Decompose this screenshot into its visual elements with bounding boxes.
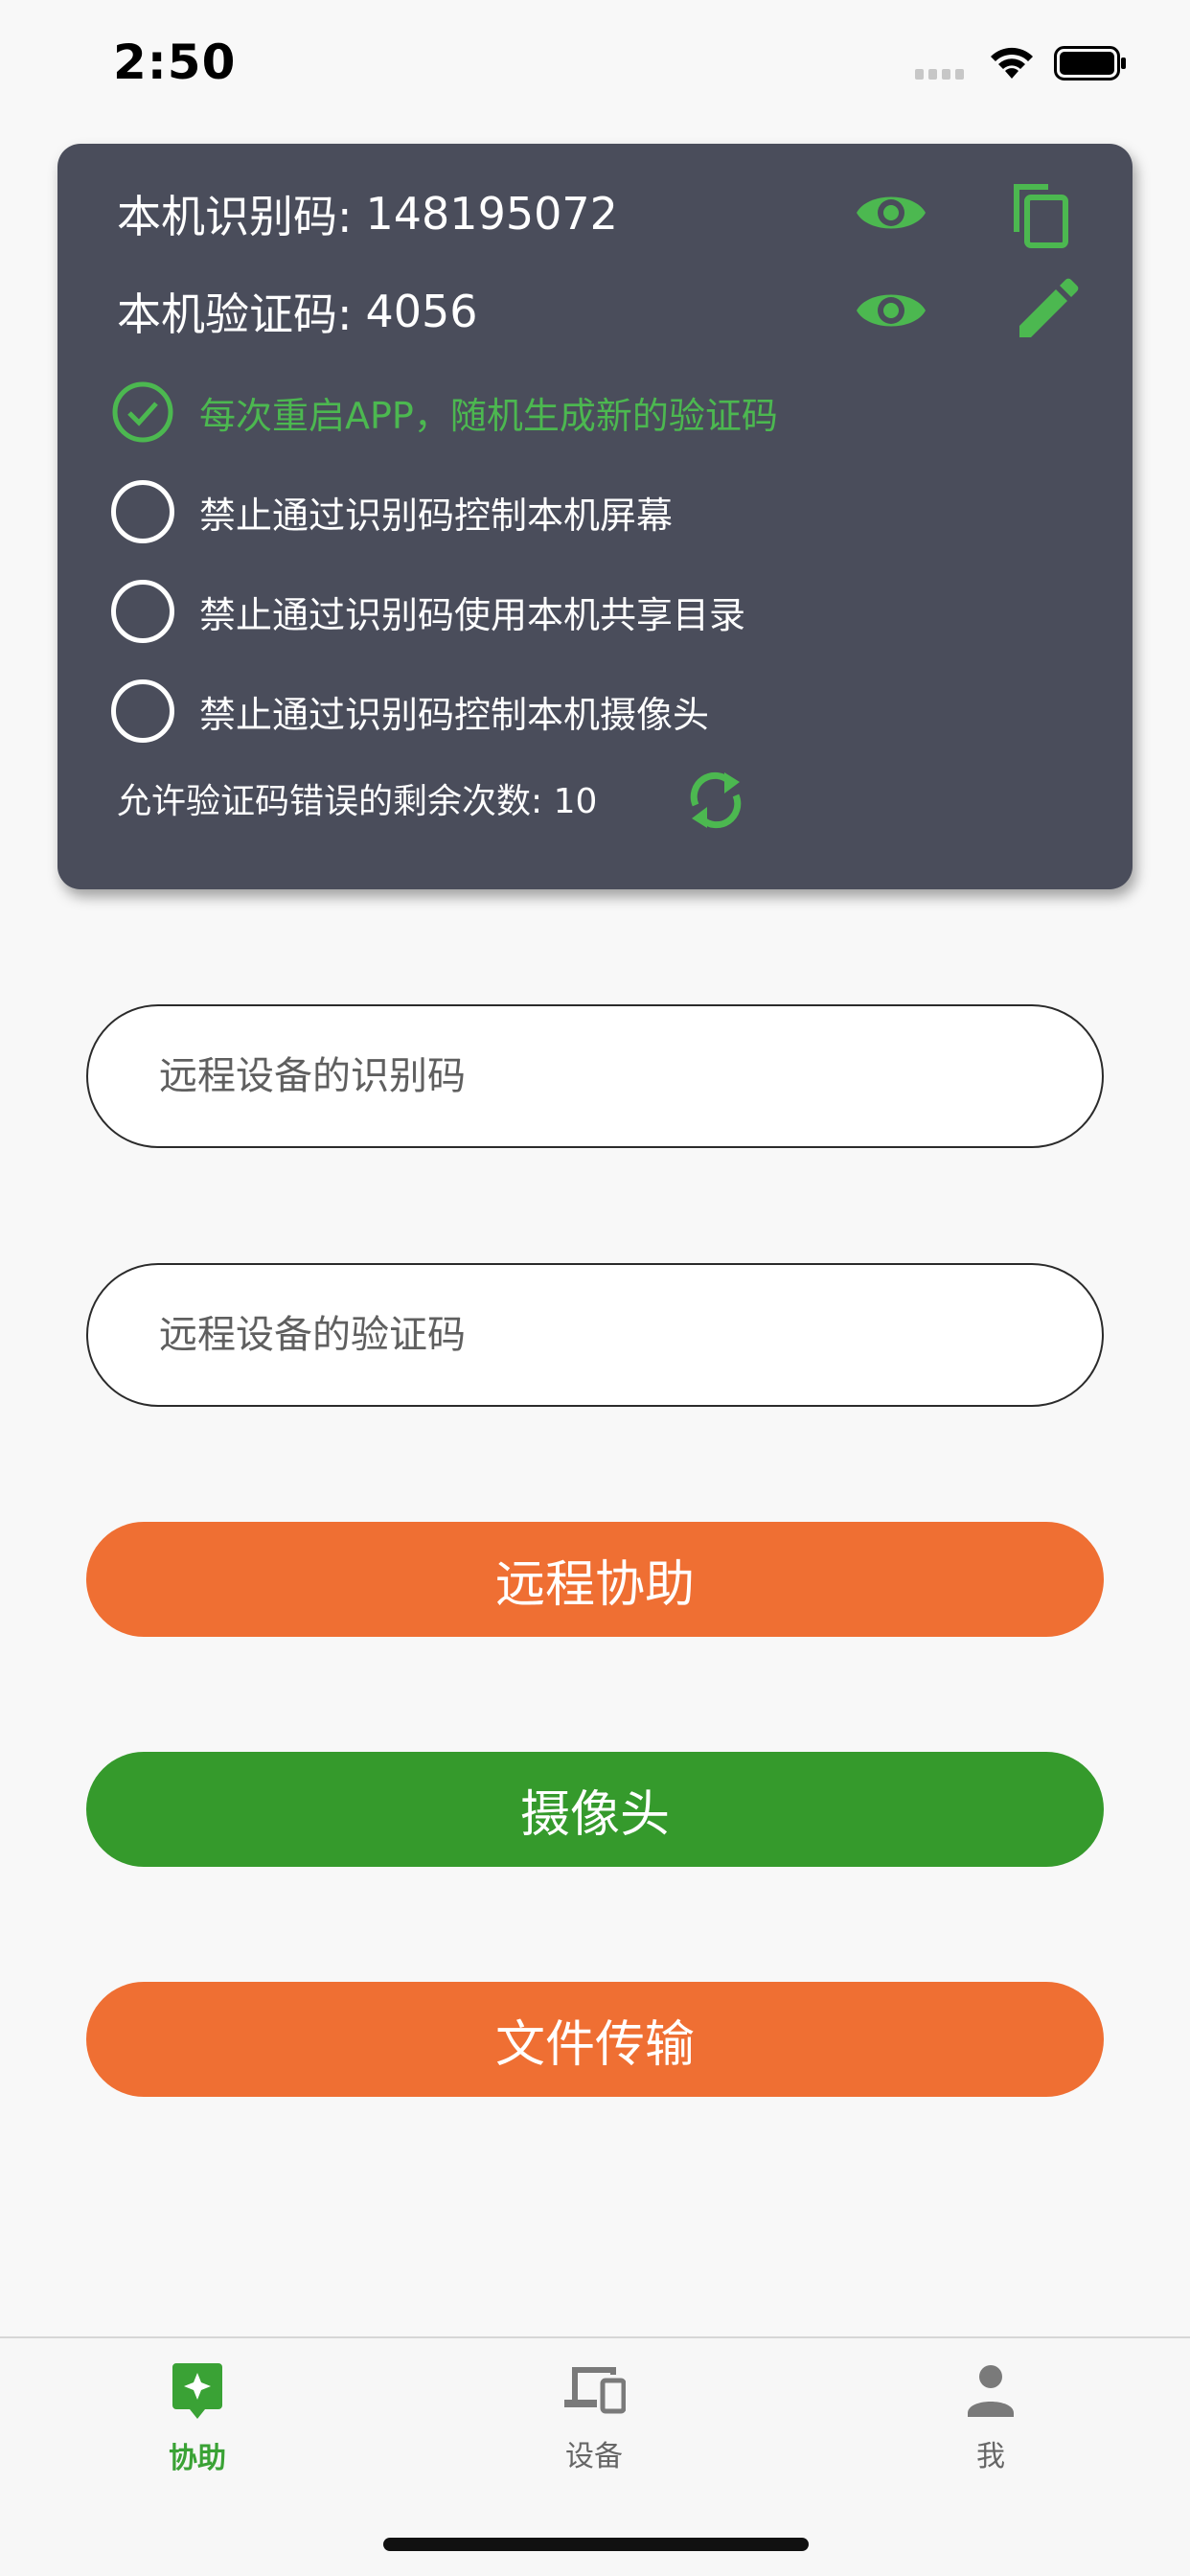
refresh-icon[interactable]	[686, 769, 745, 836]
remote-assist-button[interactable]: 远程协助	[86, 1522, 1104, 1637]
wifi-icon	[991, 47, 1033, 79]
verify-code-value: 4056	[365, 286, 478, 337]
option-label: 禁止通过识别码控制本机摄像头	[199, 693, 710, 736]
tab-label: 协助	[169, 2442, 226, 2475]
option-block-camera-control[interactable]: 禁止通过识别码控制本机摄像头	[111, 677, 709, 746]
unchecked-circle-icon	[111, 679, 174, 743]
cellular-signal-icon	[915, 69, 964, 80]
option-label: 禁止通过识别码控制本机屏幕	[199, 494, 674, 537]
show-device-id-eye-icon[interactable]	[853, 182, 929, 243]
tab-label: 设备	[565, 2440, 623, 2473]
remote-code-field	[86, 1263, 1104, 1407]
unchecked-circle-icon	[111, 580, 174, 643]
device-id-row: 本机识别码: 148195072	[117, 180, 618, 247]
verify-code-row: 本机验证码: 4056	[117, 278, 478, 345]
option-block-screen-control[interactable]: 禁止通过识别码控制本机屏幕	[111, 477, 673, 546]
tab-devices[interactable]: 设备	[498, 2361, 690, 2474]
device-info-card: 本机识别码: 148195072 本机验证码: 4056 每次重启APP，随机生…	[57, 144, 1133, 889]
unchecked-circle-icon	[111, 480, 174, 543]
remote-code-input[interactable]	[88, 1265, 1102, 1405]
devices-icon	[564, 2367, 626, 2414]
checked-circle-icon	[112, 381, 173, 443]
tab-assist[interactable]: 协助	[102, 2361, 293, 2476]
person-icon	[968, 2365, 1014, 2417]
option-label: 禁止通过识别码使用本机共享目录	[199, 593, 746, 636]
edit-pencil-icon[interactable]	[1012, 278, 1079, 345]
assist-icon	[172, 2363, 222, 2419]
option-block-shared-directory[interactable]: 禁止通过识别码使用本机共享目录	[111, 577, 745, 646]
remote-id-input[interactable]	[88, 1006, 1102, 1146]
home-indicator[interactable]	[383, 2538, 809, 2551]
option-label: 每次重启APP，随机生成新的验证码	[199, 394, 778, 437]
copy-icon[interactable]	[1006, 178, 1075, 251]
status-bar: 2:50	[0, 0, 1190, 134]
battery-icon	[1054, 46, 1126, 80]
remote-id-field	[86, 1004, 1104, 1148]
screen: 2:50 本机识别码: 148195072 本机验证码: 4056 每次重启AP…	[0, 0, 1190, 2576]
remaining-attempts-text: 允许验证码错误的剩余次数: 10	[117, 782, 598, 821]
camera-button[interactable]: 摄像头	[86, 1752, 1104, 1867]
device-id-label: 本机识别码:	[117, 191, 353, 242]
verify-code-label: 本机验证码:	[117, 288, 353, 340]
tab-me[interactable]: 我	[895, 2361, 1087, 2474]
tab-label: 我	[976, 2440, 1005, 2473]
file-transfer-button[interactable]: 文件传输	[86, 1982, 1104, 2097]
status-time: 2:50	[113, 34, 237, 90]
show-verify-code-eye-icon[interactable]	[853, 280, 929, 341]
option-regenerate-code[interactable]: 每次重启APP，随机生成新的验证码	[111, 378, 778, 447]
device-id-value: 148195072	[365, 188, 618, 240]
